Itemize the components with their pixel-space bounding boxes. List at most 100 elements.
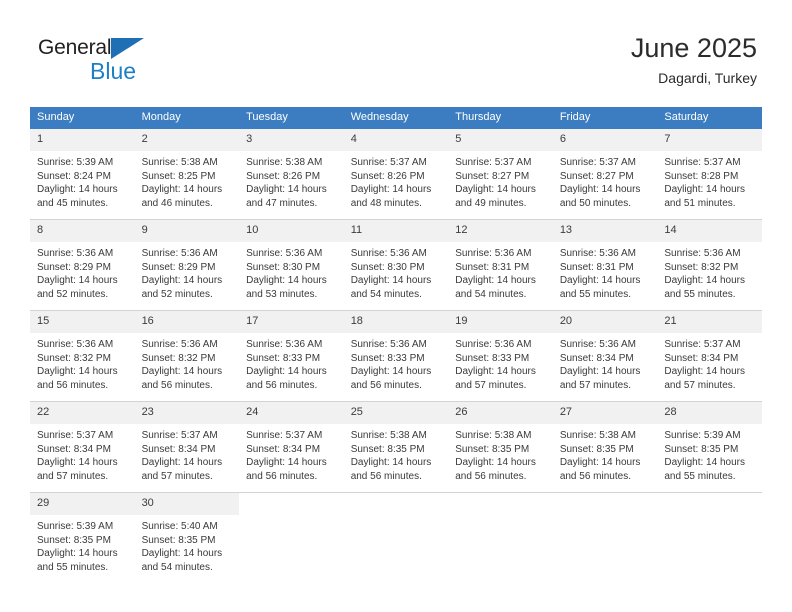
calendar-day-cell[interactable]: 30 Sunrise: 5:40 AM Sunset: 8:35 PM Dayligh… [134,492,240,583]
day-number: 9 [134,220,240,242]
daylight-duration-line2: and 54 minutes. [455,288,527,300]
calendar-day-cell[interactable]: 2 Sunrise: 5:38 AM Sunset: 8:25 PM Daylight… [134,129,240,220]
calendar-day-cell[interactable]: 19 Sunrise: 5:36 AM Sunset: 8:33 PM Dayligh… [448,310,553,402]
calendar-day-cell[interactable]: 16 Sunrise: 5:36 AM Sunset: 8:32 PM Dayligh… [134,310,240,402]
logo-text-general: General [38,36,112,59]
daylight-duration-line2: and 56 minutes. [350,379,422,391]
day-number: 12 [448,220,553,242]
calendar-day-cell[interactable]: 7 Sunrise: 5:37 AM Sunset: 8:28 PM Daylight… [657,129,762,220]
day-details: Sunrise: 5:38 AM Sunset: 8:35 PM Daylight:… [553,424,658,483]
calendar-day-cell[interactable]: 3 Sunrise: 5:38 AM Sunset: 8:26 PM Daylight… [239,129,344,220]
day-details: Sunrise: 5:39 AM Sunset: 8:35 PM Daylight:… [657,424,762,483]
day-number: 15 [30,311,135,333]
sunrise-time: Sunrise: 5:37 AM [664,157,741,168]
sunset-time: Sunset: 8:33 PM [246,352,321,364]
calendar-day-cell[interactable]: 4 Sunrise: 5:37 AM Sunset: 8:26 PM Daylight… [343,129,449,220]
calendar-day-cell-empty [657,492,762,583]
sunset-time: Sunset: 8:35 PM [141,534,216,546]
daylight-duration-line1: Daylight: 14 hours [246,184,327,195]
calendar-day-cell[interactable]: 10 Sunrise: 5:36 AM Sunset: 8:30 PM Dayligh… [239,219,344,311]
day-number: 5 [448,129,553,151]
daylight-duration-line1: Daylight: 14 hours [455,457,536,468]
calendar-day-cell[interactable]: 25 Sunrise: 5:38 AM Sunset: 8:35 PM Dayligh… [343,401,449,493]
day-number: 26 [448,402,553,424]
daylight-duration-line1: Daylight: 14 hours [141,184,223,195]
calendar-day-cell[interactable]: 22 Sunrise: 5:37 AM Sunset: 8:34 PM Dayligh… [30,401,135,493]
weekday-header-monday: Monday [134,107,240,129]
daylight-duration-line2: and 45 minutes. [37,197,109,209]
calendar-day-cell[interactable]: 8 Sunrise: 5:36 AM Sunset: 8:29 PM Daylight… [30,219,135,311]
sunset-time: Sunset: 8:35 PM [37,534,111,546]
daylight-duration-line2: and 46 minutes. [141,197,213,209]
day-details: Sunrise: 5:37 AM Sunset: 8:34 PM Daylight:… [657,333,762,392]
daylight-duration-line2: and 57 minutes. [141,470,213,482]
daylight-duration-line2: and 55 minutes. [559,288,631,300]
day-number: 28 [657,402,762,424]
day-details: Sunrise: 5:37 AM Sunset: 8:26 PM Daylight:… [344,151,449,210]
sunrise-time: Sunrise: 5:36 AM [246,248,323,259]
weekday-header-tuesday: Tuesday [239,107,344,129]
day-number: 23 [134,402,240,424]
sunrise-time: Sunrise: 5:38 AM [141,157,218,168]
day-number: 8 [30,220,135,242]
day-number: 10 [239,220,344,242]
calendar-day-cell[interactable]: 9 Sunrise: 5:36 AM Sunset: 8:29 PM Daylight… [134,219,240,311]
logo-text-blue: Blue [90,58,137,84]
day-details: Sunrise: 5:38 AM Sunset: 8:35 PM Daylight:… [448,424,553,483]
calendar-day-cell[interactable]: 15 Sunrise: 5:36 AM Sunset: 8:32 PM Dayligh… [30,310,135,402]
calendar-day-cell[interactable]: 21 Sunrise: 5:37 AM Sunset: 8:34 PM Dayligh… [657,310,762,402]
sunrise-time: Sunrise: 5:36 AM [350,248,427,259]
calendar-day-cell[interactable]: 23 Sunrise: 5:37 AM Sunset: 8:34 PM Dayligh… [134,401,240,493]
calendar-week-row: 15 Sunrise: 5:36 AM Sunset: 8:32 PM Dayligh… [30,310,762,402]
daylight-duration-line1: Daylight: 14 hours [664,184,745,195]
sunrise-time: Sunrise: 5:36 AM [664,248,741,259]
day-number: 4 [343,129,449,151]
sunrise-time: Sunrise: 5:39 AM [37,521,114,532]
day-number [343,493,449,515]
daylight-duration-line2: and 56 minutes. [37,379,109,391]
sunrise-time: Sunrise: 5:37 AM [664,339,741,350]
sunset-time: Sunset: 8:28 PM [664,170,739,182]
calendar-day-cell[interactable]: 17 Sunrise: 5:36 AM Sunset: 8:33 PM Dayligh… [239,310,344,402]
day-number: 1 [30,129,135,151]
sunset-time: Sunset: 8:34 PM [37,443,111,455]
day-details: Sunrise: 5:39 AM Sunset: 8:35 PM Daylight:… [30,515,135,574]
daylight-duration-line1: Daylight: 14 hours [559,366,641,377]
calendar-day-cell[interactable]: 26 Sunrise: 5:38 AM Sunset: 8:35 PM Dayligh… [448,401,553,493]
weekday-header-sunday: Sunday [30,107,135,129]
calendar-day-cell[interactable]: 18 Sunrise: 5:36 AM Sunset: 8:33 PM Dayligh… [343,310,449,402]
calendar-day-cell[interactable]: 20 Sunrise: 5:36 AM Sunset: 8:34 PM Dayligh… [552,310,658,402]
day-details: Sunrise: 5:36 AM Sunset: 8:29 PM Daylight:… [135,242,240,301]
sunrise-time: Sunrise: 5:36 AM [455,248,532,259]
day-number: 30 [134,493,240,515]
day-details: Sunrise: 5:36 AM Sunset: 8:31 PM Daylight:… [448,242,553,301]
calendar-day-cell-empty [552,492,658,583]
day-number: 20 [552,311,658,333]
daylight-duration-line2: and 48 minutes. [350,197,422,209]
sunrise-time: Sunrise: 5:38 AM [246,157,323,168]
sunrise-time: Sunrise: 5:37 AM [350,157,427,168]
calendar-day-cell[interactable]: 24 Sunrise: 5:37 AM Sunset: 8:34 PM Dayligh… [239,401,344,493]
weekday-header-thursday: Thursday [448,107,553,129]
sunset-time: Sunset: 8:35 PM [559,443,634,455]
calendar-day-cell[interactable]: 12 Sunrise: 5:36 AM Sunset: 8:31 PM Dayligh… [448,219,553,311]
daylight-duration-line1: Daylight: 14 hours [664,457,745,468]
calendar-day-cell[interactable]: 28 Sunrise: 5:39 AM Sunset: 8:35 PM Dayligh… [657,401,762,493]
general-blue-logo[interactable]: General Blue [38,36,158,84]
calendar-page: General Blue June 2025 Dagardi, Turkey S… [0,0,792,612]
day-details: Sunrise: 5:36 AM Sunset: 8:30 PM Daylight:… [239,242,344,301]
day-number: 25 [343,402,449,424]
sunset-time: Sunset: 8:24 PM [37,170,111,182]
sunrise-time: Sunrise: 5:36 AM [37,339,114,350]
sunset-time: Sunset: 8:30 PM [246,261,321,273]
calendar-day-cell[interactable]: 11 Sunrise: 5:36 AM Sunset: 8:30 PM Dayligh… [343,219,449,311]
calendar-day-cell[interactable]: 5 Sunrise: 5:37 AM Sunset: 8:27 PM Daylight… [448,129,553,220]
calendar-day-cell[interactable]: 1 Sunrise: 5:39 AM Sunset: 8:24 PM Daylight… [30,129,135,220]
sunrise-time: Sunrise: 5:38 AM [559,430,636,441]
calendar-day-cell[interactable]: 14 Sunrise: 5:36 AM Sunset: 8:32 PM Dayligh… [657,219,762,311]
calendar-day-cell[interactable]: 13 Sunrise: 5:36 AM Sunset: 8:31 PM Dayligh… [552,219,658,311]
calendar-day-cell[interactable]: 6 Sunrise: 5:37 AM Sunset: 8:27 PM Daylight… [552,129,658,220]
calendar-day-cell[interactable]: 29 Sunrise: 5:39 AM Sunset: 8:35 PM Dayligh… [30,492,135,583]
calendar-day-cell[interactable]: 27 Sunrise: 5:38 AM Sunset: 8:35 PM Dayligh… [552,401,658,493]
calendar-week-row: 1 Sunrise: 5:39 AM Sunset: 8:24 PM Daylight… [30,129,762,220]
